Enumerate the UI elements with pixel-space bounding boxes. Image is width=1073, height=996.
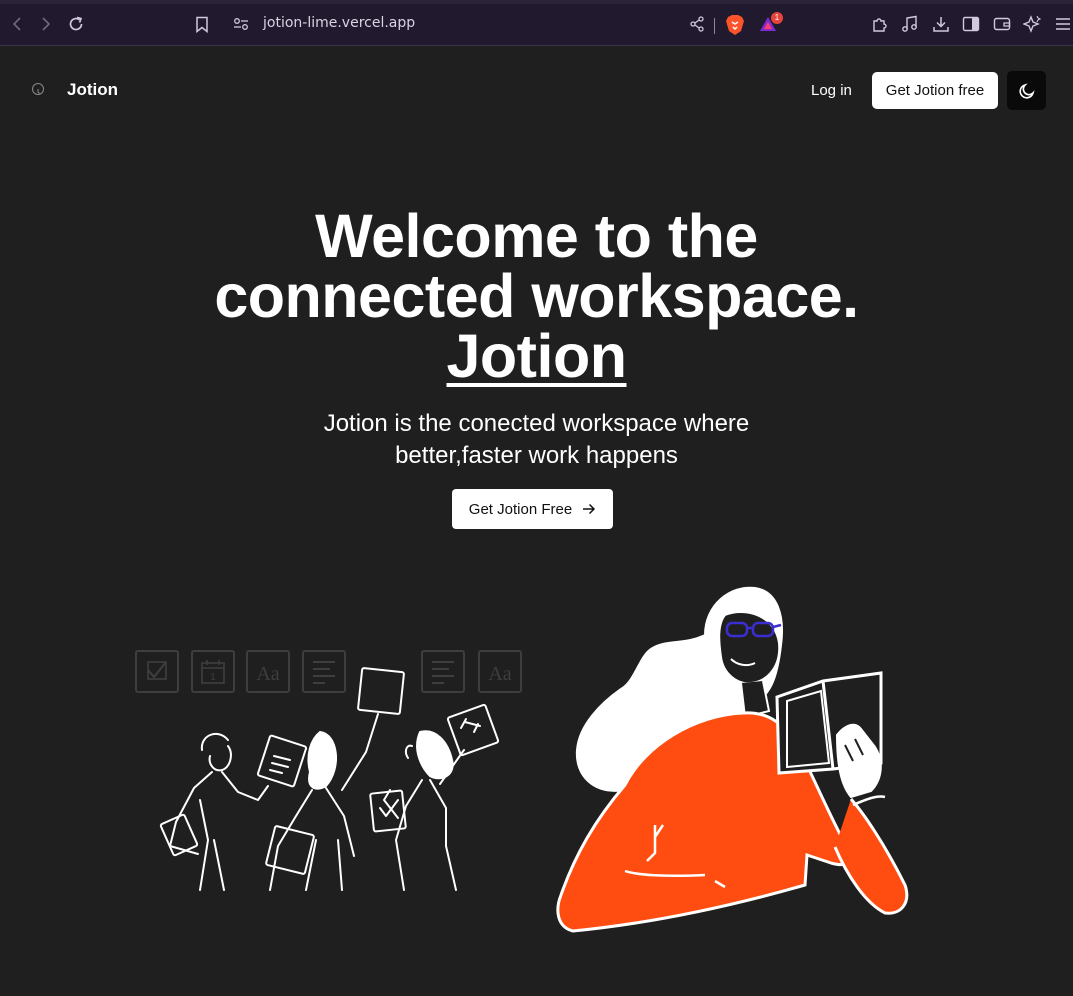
extensions-icon[interactable] [869,13,891,35]
wallet-icon[interactable] [991,13,1013,35]
logo-text[interactable]: Jotion [67,80,118,100]
browser-toolbar: jotion-lime.vercel.app 1 [0,0,1073,46]
toolbar-divider [714,18,715,34]
back-icon[interactable] [6,13,28,35]
bookmark-icon[interactable] [191,13,213,35]
forward-icon[interactable] [35,13,57,35]
site-settings-icon[interactable] [230,13,252,35]
arrow-right-icon [583,503,596,515]
logo-icon[interactable] [32,83,44,95]
hero-title: Welcome to the connected workspace. Joti… [0,206,1073,387]
hero-subtitle-line1: Jotion is the conected workspace where [323,410,750,437]
address-bar-url[interactable]: jotion-lime.vercel.app [263,15,415,31]
svg-text:1: 1 [210,672,216,683]
login-button[interactable]: Log in [800,72,863,108]
hero-title-line1: Welcome to the [315,202,758,270]
team-documents-illustration: 1 Aa Aa [135,650,522,891]
moon-icon [1018,82,1035,99]
site-navbar: Jotion Log in Get Jotion free [0,46,1073,136]
hero-cta-label: Get Jotion Free [468,500,573,518]
hero-cta-button[interactable]: Get Jotion Free [452,489,613,529]
svg-text:Aa: Aa [488,663,511,685]
leo-ai-icon[interactable] [1021,13,1043,35]
reload-icon[interactable] [65,13,87,35]
notification-badge: 1 [771,12,783,24]
woman-reading-illustration [556,586,909,933]
hero-title-line2: connected workspace. [214,262,859,330]
hero-subtitle-line2: better,faster work happens [395,442,678,469]
share-icon[interactable] [686,13,708,35]
download-icon[interactable] [930,13,952,35]
sidebar-toggle-icon[interactable] [960,13,982,35]
theme-toggle-button[interactable] [1007,71,1046,110]
hero-title-brand: Jotion [446,322,627,390]
menu-icon[interactable] [1052,13,1073,35]
svg-text:Aa: Aa [256,663,279,685]
hero-subtitle: Jotion is the conected workspace where b… [0,408,1073,472]
brave-shields-icon[interactable] [725,14,745,36]
media-music-icon[interactable] [899,13,921,35]
get-jotion-free-button[interactable]: Get Jotion free [872,72,998,109]
